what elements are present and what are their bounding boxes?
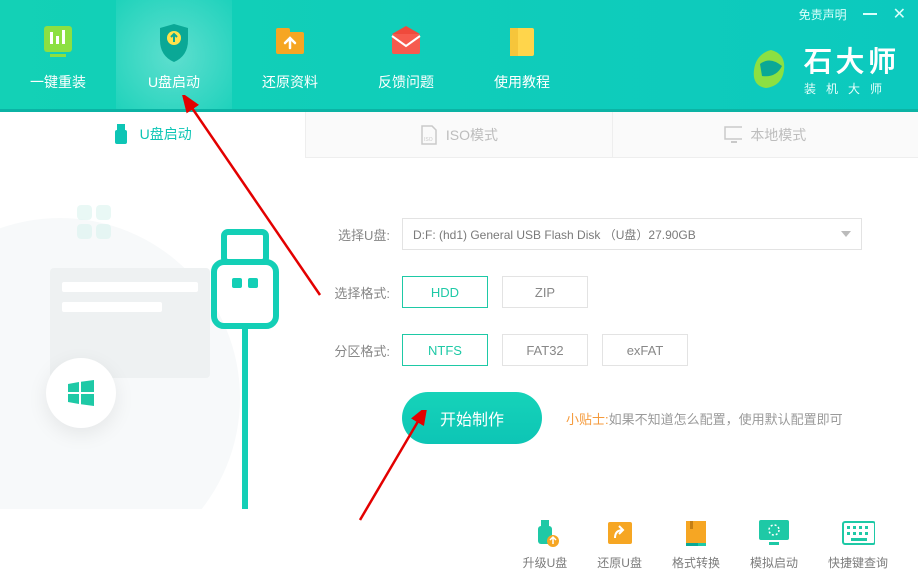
partition-option-fat32[interactable]: FAT32 (502, 334, 588, 366)
tool-label: 还原U盘 (597, 554, 642, 571)
header: 免责声明 ✕ 一键重装 U盘启动 还原资料 反馈问题 (0, 0, 918, 112)
row-format: 选择格式: HDD ZIP (320, 276, 888, 308)
form: 选择U盘: D:F: (hd1) General USB Flash Disk … (300, 158, 918, 509)
nav-feedback[interactable]: 反馈问题 (348, 0, 464, 112)
nav-label: 反馈问题 (378, 72, 434, 92)
nav-restore[interactable]: 还原资料 (232, 0, 348, 112)
tool-label: 格式转换 (672, 554, 720, 571)
mail-icon (384, 20, 428, 64)
subtabs: U盘启动 ISO ISO模式 本地模式 (0, 112, 918, 158)
subtab-iso[interactable]: ISO ISO模式 (305, 112, 611, 157)
upload-folder-icon (268, 20, 312, 64)
tool-restore-usb[interactable]: 还原U盘 (597, 518, 642, 571)
keyboard-icon (841, 518, 875, 548)
nav-reinstall[interactable]: 一键重装 (0, 0, 116, 112)
nav-label: 还原资料 (262, 72, 318, 92)
monitor-icon (724, 124, 742, 146)
upgrade-usb-icon (528, 518, 562, 548)
restore-usb-icon (603, 518, 637, 548)
subtab-label: 本地模式 (750, 125, 806, 145)
minimize-button[interactable] (863, 13, 877, 15)
tip-text: 小贴士:如果不知道怎么配置，使用默认配置即可 (566, 409, 843, 428)
tool-label: 快捷键查询 (828, 554, 888, 571)
brand-name: 石大师 (804, 40, 900, 80)
nav-label: U盘启动 (148, 72, 200, 92)
format-option-zip[interactable]: ZIP (502, 276, 588, 308)
illustration (0, 158, 300, 509)
partition-option-ntfs[interactable]: NTFS (402, 334, 488, 366)
partition-label: 分区格式: (320, 341, 390, 360)
brand: 石大师 装机大师 (748, 40, 900, 97)
nav-label: 一键重装 (30, 72, 86, 92)
tool-label: 升级U盘 (523, 554, 568, 571)
windows-logo-circle (46, 358, 116, 428)
nav-label: 使用教程 (494, 72, 550, 92)
row-udisk: 选择U盘: D:F: (hd1) General USB Flash Disk … (320, 218, 888, 250)
format-option-hdd[interactable]: HDD (402, 276, 488, 308)
partition-option-exfat[interactable]: exFAT (602, 334, 688, 366)
footer-tools: 升级U盘 还原U盘 格式转换 模拟启动 快捷键查询 (0, 509, 918, 579)
action-row: 开始制作 小贴士:如果不知道怎么配置，使用默认配置即可 (320, 392, 888, 444)
start-button[interactable]: 开始制作 (402, 392, 542, 444)
udisk-value: D:F: (hd1) General USB Flash Disk （U盘）27… (413, 226, 696, 243)
tool-format-convert[interactable]: 格式转换 (672, 518, 720, 571)
nav-tutorial[interactable]: 使用教程 (464, 0, 580, 112)
disclaimer-link[interactable]: 免责声明 (799, 6, 847, 23)
windows-deco-icon (75, 203, 115, 252)
subtab-label: U盘启动 (140, 124, 192, 144)
chevron-down-icon (841, 231, 851, 237)
content: 选择U盘: D:F: (hd1) General USB Flash Disk … (0, 158, 918, 509)
close-button[interactable]: ✕ (893, 4, 906, 24)
book-icon (500, 20, 544, 64)
format-label: 选择格式: (320, 283, 390, 302)
simulate-boot-icon (757, 518, 791, 548)
subtab-local[interactable]: 本地模式 (612, 112, 918, 157)
subtab-usb[interactable]: U盘启动 (0, 112, 305, 158)
tool-label: 模拟启动 (750, 554, 798, 571)
tool-shortcut-query[interactable]: 快捷键查询 (828, 518, 888, 571)
titlebar: 免责声明 ✕ (799, 0, 918, 24)
format-convert-icon (679, 518, 713, 548)
windows-logo-icon (64, 376, 98, 410)
tool-simulate-boot[interactable]: 模拟启动 (750, 518, 798, 571)
tool-upgrade-usb[interactable]: 升级U盘 (523, 518, 568, 571)
udisk-select[interactable]: D:F: (hd1) General USB Flash Disk （U盘）27… (402, 218, 862, 250)
shield-icon (152, 20, 196, 64)
usb-icon (114, 123, 132, 145)
brand-tagline: 装机大师 (804, 80, 900, 97)
nav-usb-boot[interactable]: U盘启动 (116, 0, 232, 112)
row-partition: 分区格式: NTFS FAT32 exFAT (320, 334, 888, 366)
tip-prefix: 小贴士: (566, 412, 609, 427)
brand-logo-icon (748, 46, 794, 92)
svg-text:ISO: ISO (424, 137, 433, 143)
usb-cable-icon (210, 228, 280, 509)
iso-icon: ISO (420, 124, 438, 146)
main-nav: 一键重装 U盘启动 还原资料 反馈问题 使用教程 (0, 0, 580, 112)
chart-icon (36, 20, 80, 64)
tip-body: 如果不知道怎么配置，使用默认配置即可 (609, 412, 843, 427)
udisk-label: 选择U盘: (320, 225, 390, 244)
subtab-label: ISO模式 (446, 125, 498, 145)
